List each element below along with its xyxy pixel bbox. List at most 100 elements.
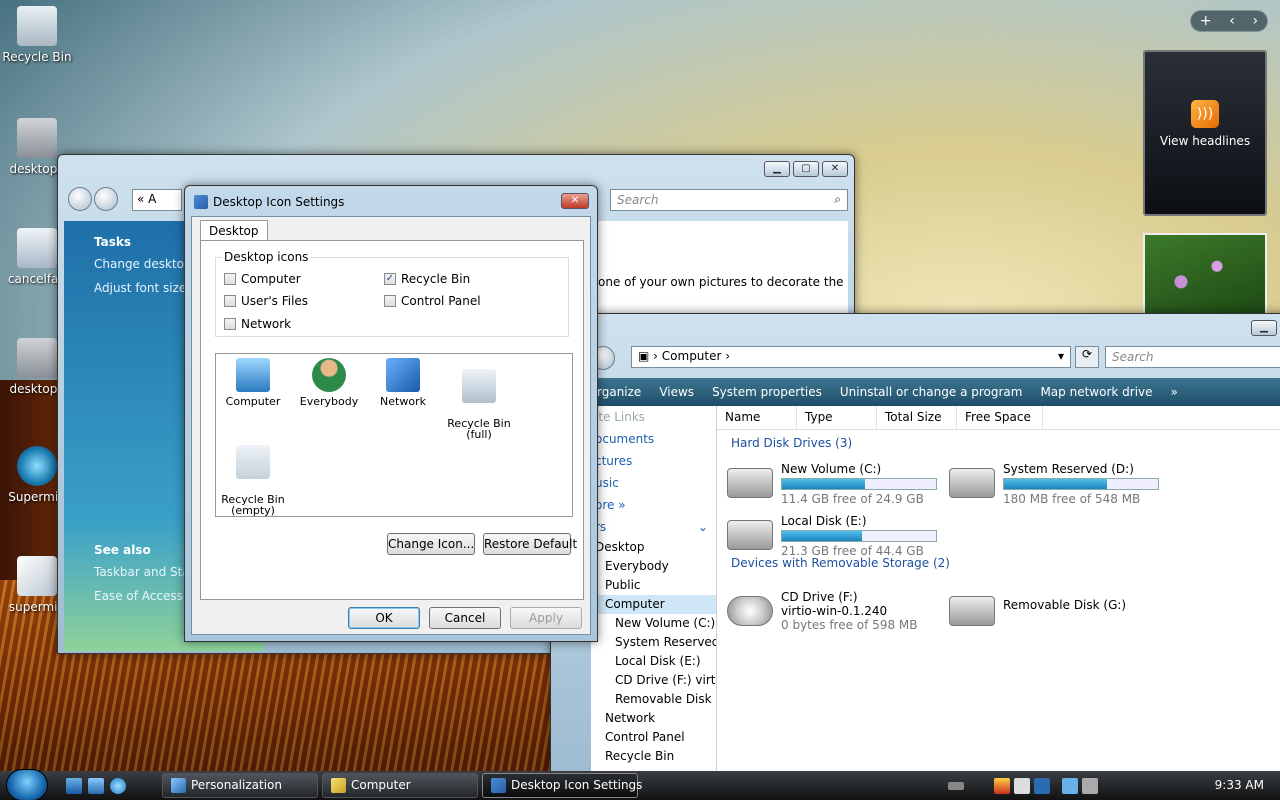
next-gadget-button[interactable]: › — [1253, 13, 1259, 29]
clock[interactable]: 9:33 AM — [1215, 778, 1264, 792]
tray-app-icon-2[interactable] — [1034, 778, 1050, 794]
cancel-button[interactable]: Cancel — [429, 607, 501, 629]
recycle-bin-icon — [17, 6, 57, 46]
group-removable-storage[interactable]: Devices with Removable Storage (2) — [731, 556, 950, 570]
drive-name: New Volume (C:) — [781, 462, 882, 476]
column-type[interactable]: Type — [797, 406, 877, 429]
taskbar-button-personalization[interactable]: Personalization — [162, 773, 318, 798]
back-button[interactable] — [68, 187, 92, 211]
keyboard-icon[interactable] — [948, 782, 964, 790]
tree-item-network[interactable]: Network — [591, 709, 716, 728]
forward-button[interactable] — [94, 187, 118, 211]
desktop-icon-settings-dialog: Desktop Icon Settings ✕ Desktop Desktop … — [184, 185, 598, 642]
nav-link-pictures[interactable]: ctures — [595, 450, 716, 472]
tree-item-everybody[interactable]: Everybody — [591, 557, 716, 576]
checkbox-users-files[interactable]: User's Files — [224, 294, 308, 308]
tray-app-icon[interactable] — [1014, 778, 1030, 794]
drive-d[interactable]: System Reserved (D:) 180 MB free of 548 … — [949, 462, 1161, 506]
tree-item-recycle-bin[interactable]: Recycle Bin — [591, 747, 716, 766]
maximize-button[interactable]: ▢ — [793, 161, 819, 177]
search-input[interactable]: Search — [1105, 346, 1280, 368]
computer-icon: ▣ › — [638, 349, 658, 363]
tree-item-system-reserved-d[interactable]: System Reserved ( — [591, 633, 716, 652]
prev-gadget-button[interactable]: ‹ — [1229, 13, 1235, 29]
checkbox-box[interactable] — [384, 295, 396, 307]
ok-button[interactable]: OK — [348, 607, 420, 629]
close-button[interactable]: ✕ — [822, 161, 848, 177]
checkbox-box[interactable]: ✓ — [384, 273, 396, 285]
feed-headlines-gadget[interactable]: ))) View headlines — [1143, 50, 1267, 216]
drive-c[interactable]: New Volume (C:) 11.4 GB free of 24.9 GB — [727, 462, 939, 506]
checkbox-recycle-bin[interactable]: ✓ Recycle Bin — [384, 272, 470, 286]
tree-item-computer[interactable]: Computer — [591, 595, 716, 614]
checkbox-box[interactable] — [224, 295, 236, 307]
close-button[interactable]: ✕ — [561, 193, 589, 209]
add-gadget-button[interactable]: + — [1200, 13, 1212, 29]
address-bar[interactable]: ▣ › Computer › ▾ — [631, 346, 1071, 368]
switch-windows-icon[interactable] — [88, 778, 104, 794]
checkbox-control-panel[interactable]: Control Panel — [384, 294, 481, 308]
taskbar-button-label: Desktop Icon Settings — [511, 778, 643, 792]
volume-muted-icon[interactable] — [1082, 778, 1098, 794]
minimize-button[interactable]: ▁ — [764, 161, 790, 177]
checkbox-network[interactable]: Network — [224, 317, 291, 331]
desktop-icon-recycle-bin[interactable]: Recycle Bin — [0, 6, 74, 64]
tree-item-control-panel[interactable]: Control Panel — [591, 728, 716, 747]
list-item[interactable]: Network — [368, 358, 438, 407]
list-item-label: Recycle Bin (full) — [447, 417, 511, 441]
address-bar[interactable]: « A — [132, 189, 182, 211]
nav-link-more[interactable]: ore » — [595, 494, 716, 516]
taskbar-button-desktop-icon-settings[interactable]: Desktop Icon Settings — [482, 773, 642, 798]
uninstall-program-button[interactable]: Uninstall or change a program — [840, 385, 1023, 399]
folders-heading[interactable]: rs ⌄ — [595, 516, 716, 538]
system-properties-button[interactable]: System properties — [712, 385, 822, 399]
nav-link-music[interactable]: usic — [595, 472, 716, 494]
map-network-drive-button[interactable]: Map network drive — [1040, 385, 1152, 399]
change-icon-button[interactable]: Change Icon... — [387, 533, 475, 555]
internet-explorer-icon[interactable] — [110, 778, 126, 794]
checkbox-box[interactable] — [224, 318, 236, 330]
start-button[interactable] — [6, 769, 48, 800]
search-input[interactable]: Search ⌕ — [610, 189, 848, 211]
column-name[interactable]: Name — [717, 406, 797, 429]
drive-e[interactable]: Local Disk (E:) 21.3 GB free of 44.4 GB — [727, 514, 939, 558]
restore-default-button[interactable]: Restore Default — [483, 533, 577, 555]
tree-item-cd-drive-f[interactable]: CD Drive (F:) virtic — [591, 671, 716, 690]
list-item[interactable]: Recycle Bin (empty) — [218, 434, 288, 516]
drive-volume-label: virtio-win-0.1.240 — [781, 604, 888, 618]
installer-icon — [17, 556, 57, 596]
slideshow-gadget[interactable] — [1143, 233, 1267, 315]
organize-menu[interactable]: rganize — [597, 385, 641, 399]
list-item-label: Everybody — [299, 395, 359, 408]
minimize-button[interactable]: ▁ — [1251, 320, 1277, 336]
network-tray-icon[interactable] — [1062, 778, 1078, 794]
taskbar-button-computer[interactable]: Computer — [322, 773, 478, 798]
group-hard-disk-drives[interactable]: Hard Disk Drives (3) — [731, 436, 1280, 450]
list-item[interactable]: Recycle Bin (full) — [444, 358, 514, 440]
checkbox-computer[interactable]: Computer — [224, 272, 301, 286]
show-desktop-icon[interactable] — [66, 778, 82, 794]
drive-g[interactable]: Removable Disk (G:) — [949, 590, 1161, 634]
views-menu[interactable]: Views — [659, 385, 694, 399]
security-shield-icon[interactable] — [994, 778, 1010, 794]
address-dropdown-icon[interactable]: ▾ — [1058, 349, 1064, 363]
tree-item-public[interactable]: Public — [591, 576, 716, 595]
tab-desktop[interactable]: Desktop — [200, 220, 268, 241]
column-total-size[interactable]: Total Size — [877, 406, 957, 429]
more-commands-icon[interactable]: » — [1171, 385, 1178, 399]
list-item[interactable]: Computer — [218, 358, 288, 407]
list-item[interactable]: Everybody — [294, 358, 364, 407]
nav-link-documents[interactable]: ocuments — [595, 428, 716, 450]
apply-button[interactable]: Apply — [510, 607, 582, 629]
drive-name: Removable Disk (G:) — [1003, 598, 1127, 612]
tree-item-local-disk-e[interactable]: Local Disk (E:) — [591, 652, 716, 671]
tree-item-new-volume-c[interactable]: New Volume (C:) — [591, 614, 716, 633]
refresh-button[interactable]: ⟳ — [1075, 346, 1099, 368]
tree-item-desktop[interactable]: Desktop — [591, 538, 716, 557]
checkbox-box[interactable] — [224, 273, 236, 285]
address-text: Computer — [661, 349, 722, 363]
drive-f[interactable]: CD Drive (F:) virtio-win-0.1.240 0 bytes… — [727, 590, 939, 634]
taskbar-button-label: Personalization — [191, 778, 282, 792]
tree-item-removable-disk-g[interactable]: Removable Disk (G — [591, 690, 716, 709]
column-free-space[interactable]: Free Space — [957, 406, 1043, 429]
